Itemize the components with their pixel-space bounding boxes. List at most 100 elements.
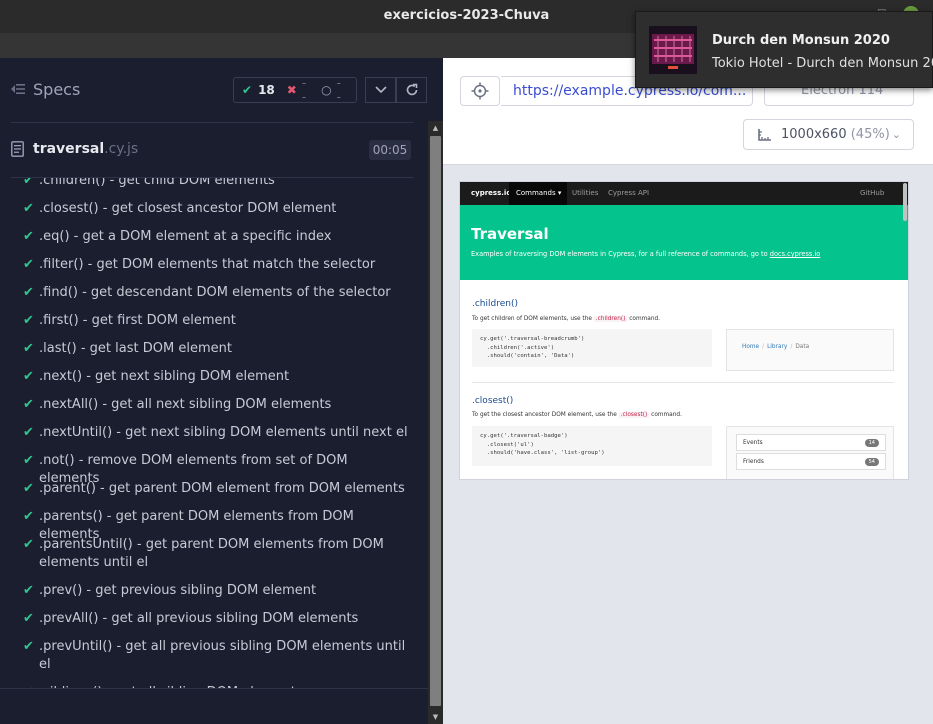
test-item[interactable]: ✔ .filter() - get DOM elements that match… <box>0 256 420 274</box>
pending-count: -- <box>336 76 341 104</box>
aut-closest-desc: To get the closest ancestor DOM element,… <box>472 412 682 418</box>
passed-check-icon: ✔ <box>23 229 34 244</box>
test-item[interactable]: ✔ .parents() - get parent DOM elements fr… <box>0 508 420 542</box>
scrollbar-thumb[interactable] <box>430 136 441 706</box>
divider <box>472 382 894 383</box>
breadcrumb-library[interactable]: Library <box>767 344 787 350</box>
aut-brand[interactable]: cypress.io <box>471 189 511 197</box>
spec-file-header: traversal.cy.js 00:05 <box>0 123 443 178</box>
breadcrumb-home[interactable]: Home <box>742 344 759 350</box>
aut-children-code: cy.get('.traversal-breadcrumb') .childre… <box>472 329 712 367</box>
test-item[interactable]: ✔ .parentsUntil() - get parent DOM elemen… <box>0 536 420 572</box>
test-item[interactable]: ✔ .prev() - get previous sibling DOM elem… <box>0 582 420 600</box>
aut-nav-cypress-api[interactable]: Cypress API <box>608 189 649 197</box>
spec-duration: 00:05 <box>369 140 411 160</box>
selector-playground-button[interactable] <box>460 76 500 106</box>
test-item[interactable]: ✔ .prevAll() - get all previous sibling D… <box>0 610 420 628</box>
aut-hero-title: Traversal <box>471 225 549 243</box>
test-item[interactable]: ✔ .first() - get first DOM element <box>0 312 420 330</box>
spec-file-name[interactable]: traversal.cy.js <box>33 141 138 157</box>
passed-check-icon: ✔ <box>23 369 34 384</box>
ruler-icon <box>758 129 771 141</box>
viewport-size[interactable]: 1000x660 (45%) ⌄ <box>743 119 914 150</box>
passed-check-icon: ✔ <box>23 313 34 328</box>
test-title: .children() - get child DOM elements <box>39 178 275 188</box>
passed-check-icon: ✔ <box>23 509 34 524</box>
test-item[interactable]: ✔ .eq() - get a DOM element at a specific… <box>0 228 420 246</box>
aut-nav-commands[interactable]: Commands ▾ <box>509 182 567 205</box>
test-stats: ✔ 18 ✖ -- ○ -- <box>233 76 357 104</box>
passed-check-icon: ✔ <box>23 397 34 412</box>
passed-check-icon: ✔ <box>23 178 34 188</box>
test-list: ✔ .children() - get child DOM elements ✔ .c… <box>0 178 428 688</box>
aut-hero: Traversal Examples of traversing DOM ele… <box>460 205 908 280</box>
test-item[interactable]: ✔ .not() - remove DOM elements from set o… <box>0 452 420 486</box>
test-title: .parentsUntil() - get parent DOM element… <box>39 537 384 570</box>
album-art-image <box>649 26 697 74</box>
test-title: .nextAll() - get all next sibling DOM el… <box>39 397 332 412</box>
aut-closest-title: .closest() <box>472 396 514 406</box>
app-under-test: cypress.io Commands ▾ Utilities Cypress … <box>460 182 908 479</box>
aut-children-desc: To get children of DOM elements, use the… <box>472 316 661 322</box>
media-notification[interactable]: Durch den Monsun 2020 Tokio Hotel - Durc… <box>635 11 933 88</box>
test-item[interactable]: ✔ .next() - get next sibling DOM element <box>0 368 420 386</box>
rerun-button[interactable] <box>396 77 427 103</box>
failed-count: -- <box>301 76 307 104</box>
reporter-panel: Specs ✔ 18 ✖ -- ○ -- traversal.cy.js 00:… <box>0 58 443 724</box>
test-title: .prevAll() - get all previous sibling DO… <box>39 611 359 626</box>
aut-nav-utilities[interactable]: Utilities <box>572 189 598 197</box>
specs-list-icon[interactable] <box>11 83 25 95</box>
passed-check-icon: ✔ <box>23 285 34 300</box>
viewport-scale: (45%) <box>850 127 890 142</box>
chevron-down-icon <box>374 86 387 94</box>
passed-check-icon: ✔ <box>23 481 34 496</box>
test-title: .prevUntil() - get all previous sibling … <box>39 639 406 672</box>
expand-collapse-button[interactable] <box>365 77 396 103</box>
test-item[interactable]: ✔ .nextUntil() - get next sibling DOM ele… <box>0 424 420 442</box>
passed-check-icon: ✔ <box>23 425 34 440</box>
notification-body: Tokio Hotel - Durch den Monsun 2020 <box>712 56 933 71</box>
count-badge: 54 <box>864 458 879 466</box>
aut-children-title: .children() <box>472 299 518 309</box>
aut-list-group-example: Events 14 Friends 54 <box>726 426 894 479</box>
passed-count: 18 <box>258 83 275 97</box>
scroll-down-icon[interactable]: ▼ <box>430 712 441 722</box>
test-item[interactable]: ✔ .parent() - get parent DOM element from… <box>0 480 420 498</box>
test-title: .prev() - get previous sibling DOM eleme… <box>39 583 317 598</box>
list-item: Friends 54 <box>736 453 886 470</box>
test-item[interactable]: ✔ .nextAll() - get all next sibling DOM e… <box>0 396 420 414</box>
test-title: .first() - get first DOM element <box>39 313 236 328</box>
breadcrumb-data: Data <box>795 344 810 350</box>
test-title: .parent() - get parent DOM element from … <box>39 481 405 496</box>
refresh-icon <box>406 83 417 96</box>
aut-breadcrumb-example: Home / Library / Data <box>726 329 894 371</box>
test-title: .find() - get descendant DOM elements of… <box>39 285 391 300</box>
test-item[interactable]: ✔ .find() - get descendant DOM elements o… <box>0 284 420 302</box>
passed-check-icon: ✔ <box>23 583 34 598</box>
test-item[interactable]: ✔ .last() - get last DOM element <box>0 340 420 358</box>
test-item[interactable]: ✔ .children() - get child DOM elements <box>0 178 420 190</box>
scroll-up-icon[interactable]: ▲ <box>430 123 441 133</box>
notification-title: Durch den Monsun 2020 <box>712 33 890 48</box>
test-item[interactable]: ✔ .closest() - get closest ancestor DOM e… <box>0 200 420 218</box>
passed-check-icon: ✔ <box>23 537 34 552</box>
app-preview-panel: https://example.cypress.io/com... Electr… <box>443 58 933 724</box>
test-title: .next() - get next sibling DOM element <box>39 369 290 384</box>
specs-header: Specs ✔ 18 ✖ -- ○ -- <box>0 58 443 123</box>
crosshair-icon <box>471 82 489 100</box>
test-item[interactable]: ✔ .prevUntil() - get all previous sibling… <box>0 638 420 674</box>
count-badge: 14 <box>864 439 879 447</box>
pending-icon: ○ <box>321 83 332 97</box>
list-item: Events 14 <box>736 434 886 451</box>
passed-check-icon: ✔ <box>23 453 34 468</box>
aut-scrollbar-thumb[interactable] <box>903 183 907 221</box>
aut-docs-link[interactable]: docs.cypress.io <box>770 250 821 258</box>
passed-check-icon: ✔ <box>23 611 34 626</box>
chevron-down-icon: ⌄ <box>891 128 901 141</box>
test-title: .nextUntil() - get next sibling DOM elem… <box>39 425 408 440</box>
aut-nav-github[interactable]: GitHub <box>860 189 884 197</box>
specs-title[interactable]: Specs <box>33 80 80 99</box>
aut-hero-text: Examples of traversing DOM elements in C… <box>471 250 821 258</box>
viewport-dimensions: 1000x660 <box>781 127 847 142</box>
aut-closest-code: cy.get('.traversal-badge') .closest('ul'… <box>472 426 712 466</box>
